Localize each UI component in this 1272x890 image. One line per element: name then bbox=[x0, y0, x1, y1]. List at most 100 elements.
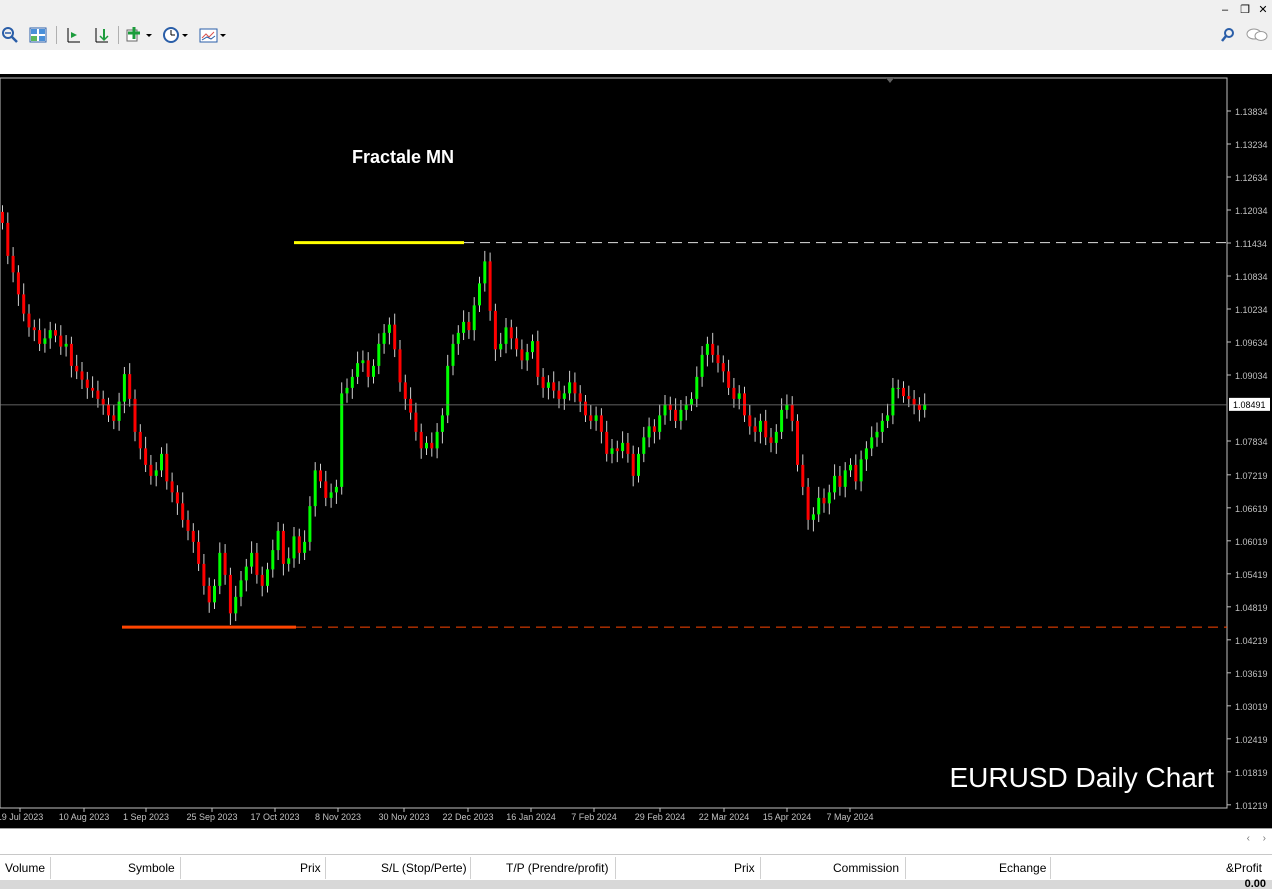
col-profit[interactable]: &Profit bbox=[1226, 860, 1262, 876]
candle-body bbox=[319, 470, 322, 482]
candle-body bbox=[16, 272, 20, 295]
candle-body bbox=[38, 330, 42, 344]
candle-body bbox=[101, 398, 105, 405]
tile-windows-icon[interactable] bbox=[28, 24, 48, 46]
candle-body bbox=[313, 470, 317, 507]
candle-body bbox=[276, 530, 280, 551]
candle-body bbox=[907, 396, 911, 399]
x-tick-label: 10 Aug 2023 bbox=[59, 812, 110, 822]
y-tick-label: 1.01819 bbox=[1235, 768, 1268, 778]
candle-body bbox=[250, 552, 254, 567]
candle-body bbox=[91, 387, 95, 391]
candle-body bbox=[218, 552, 222, 586]
candle-body bbox=[345, 387, 349, 394]
indicators-icon[interactable] bbox=[124, 24, 154, 46]
candle-body bbox=[716, 354, 720, 364]
x-tick-label: 19 Jul 2023 bbox=[0, 812, 43, 822]
candle-body bbox=[48, 330, 52, 339]
candle-body bbox=[478, 283, 481, 306]
chart-window[interactable]: 1.08491 1.13834 1.13234 1.12634 1.12034 1.11… bbox=[0, 74, 1272, 828]
candle-body bbox=[748, 415, 752, 427]
chart-scroll-area[interactable]: ‹ › bbox=[0, 828, 1272, 855]
candle-body bbox=[875, 431, 879, 438]
y-tick-label: 1.02419 bbox=[1235, 735, 1268, 745]
candle-body bbox=[796, 420, 799, 465]
candle-body bbox=[149, 464, 153, 476]
col-prix[interactable]: Prix bbox=[300, 860, 321, 876]
candle-body bbox=[435, 431, 439, 449]
x-tick-label: 17 Oct 2023 bbox=[250, 812, 299, 822]
templates-icon[interactable] bbox=[198, 24, 228, 46]
candle-body bbox=[228, 574, 232, 614]
col-take-profit[interactable]: T/P (Prendre/profit) bbox=[506, 860, 608, 876]
candle-body bbox=[398, 349, 402, 383]
y-tick-label: 1.04819 bbox=[1235, 603, 1268, 613]
candle-body bbox=[610, 448, 614, 454]
periods-icon[interactable] bbox=[160, 24, 190, 46]
profit-total: 0.00 bbox=[1244, 878, 1266, 890]
col-echange[interactable]: Echange bbox=[999, 860, 1046, 876]
candle-body bbox=[546, 382, 550, 388]
y-tick-label: 1.07834 bbox=[1235, 437, 1268, 447]
candle-body bbox=[128, 374, 132, 399]
candle-body bbox=[324, 481, 328, 498]
candle-body bbox=[160, 453, 163, 471]
candle-body bbox=[377, 343, 381, 366]
candle-body bbox=[1, 211, 4, 223]
candle-body bbox=[80, 371, 84, 380]
price-chart[interactable]: 1.08491 1.13834 1.13234 1.12634 1.12034 1.11… bbox=[0, 74, 1272, 828]
candle-body bbox=[329, 492, 333, 498]
candle-body bbox=[695, 376, 699, 399]
candle-body bbox=[806, 486, 810, 520]
col-stop-loss[interactable]: S/L (Stop/Perte) bbox=[381, 860, 467, 876]
candle-body bbox=[721, 363, 725, 372]
candle-body bbox=[509, 327, 513, 339]
candle-body bbox=[674, 409, 678, 421]
candle-body bbox=[541, 376, 545, 388]
y-tick-label: 1.13234 bbox=[1235, 140, 1268, 150]
chat-icon[interactable] bbox=[1244, 24, 1270, 46]
x-tick-label: 15 Apr 2024 bbox=[763, 812, 812, 822]
candle-body bbox=[637, 453, 640, 476]
candle-body bbox=[647, 426, 651, 438]
candle-body bbox=[822, 497, 826, 504]
candle-body bbox=[6, 222, 10, 256]
col-commission[interactable]: Commission bbox=[833, 860, 899, 876]
candle-body bbox=[891, 387, 895, 416]
terminal-footer: 0.00 bbox=[0, 878, 1272, 890]
candle-body bbox=[175, 492, 179, 504]
y-tick-label: 1.04219 bbox=[1235, 636, 1268, 646]
candle-body bbox=[361, 360, 365, 364]
y-tick-label: 1.12034 bbox=[1235, 206, 1268, 216]
search-icon[interactable] bbox=[1218, 24, 1238, 46]
col-symbole[interactable]: Symbole bbox=[128, 860, 175, 876]
candle-body bbox=[573, 382, 577, 394]
candle-body bbox=[743, 393, 746, 416]
chart-shift-icon[interactable] bbox=[62, 24, 84, 46]
x-tick-label: 16 Jan 2024 bbox=[506, 812, 556, 822]
candle-body bbox=[780, 409, 784, 432]
restore-icon[interactable]: ❐ bbox=[1238, 3, 1252, 17]
minimize-icon[interactable]: – bbox=[1218, 3, 1232, 17]
scroll-right-icon[interactable]: › bbox=[1263, 833, 1266, 844]
candle-body bbox=[727, 371, 731, 388]
scroll-left-icon[interactable]: ‹ bbox=[1247, 833, 1250, 844]
col-volume[interactable]: Volume bbox=[5, 860, 45, 876]
candle-body bbox=[387, 324, 391, 333]
candle-body bbox=[154, 470, 158, 476]
candle-body bbox=[69, 343, 73, 366]
candle-body bbox=[133, 398, 137, 432]
candle-body bbox=[191, 530, 195, 542]
candle-body bbox=[700, 354, 704, 377]
candle-body bbox=[833, 475, 837, 493]
autoscroll-icon[interactable] bbox=[90, 24, 112, 46]
candle-body bbox=[213, 585, 216, 603]
col-prix-2[interactable]: Prix bbox=[734, 860, 755, 876]
close-icon[interactable]: ✕ bbox=[1256, 3, 1270, 17]
candle-body bbox=[419, 431, 423, 449]
candle-body bbox=[811, 514, 815, 520]
candle-body bbox=[409, 398, 413, 413]
candle-body bbox=[589, 415, 593, 421]
candle-body bbox=[165, 453, 169, 482]
zoom-out-icon[interactable] bbox=[0, 24, 20, 46]
